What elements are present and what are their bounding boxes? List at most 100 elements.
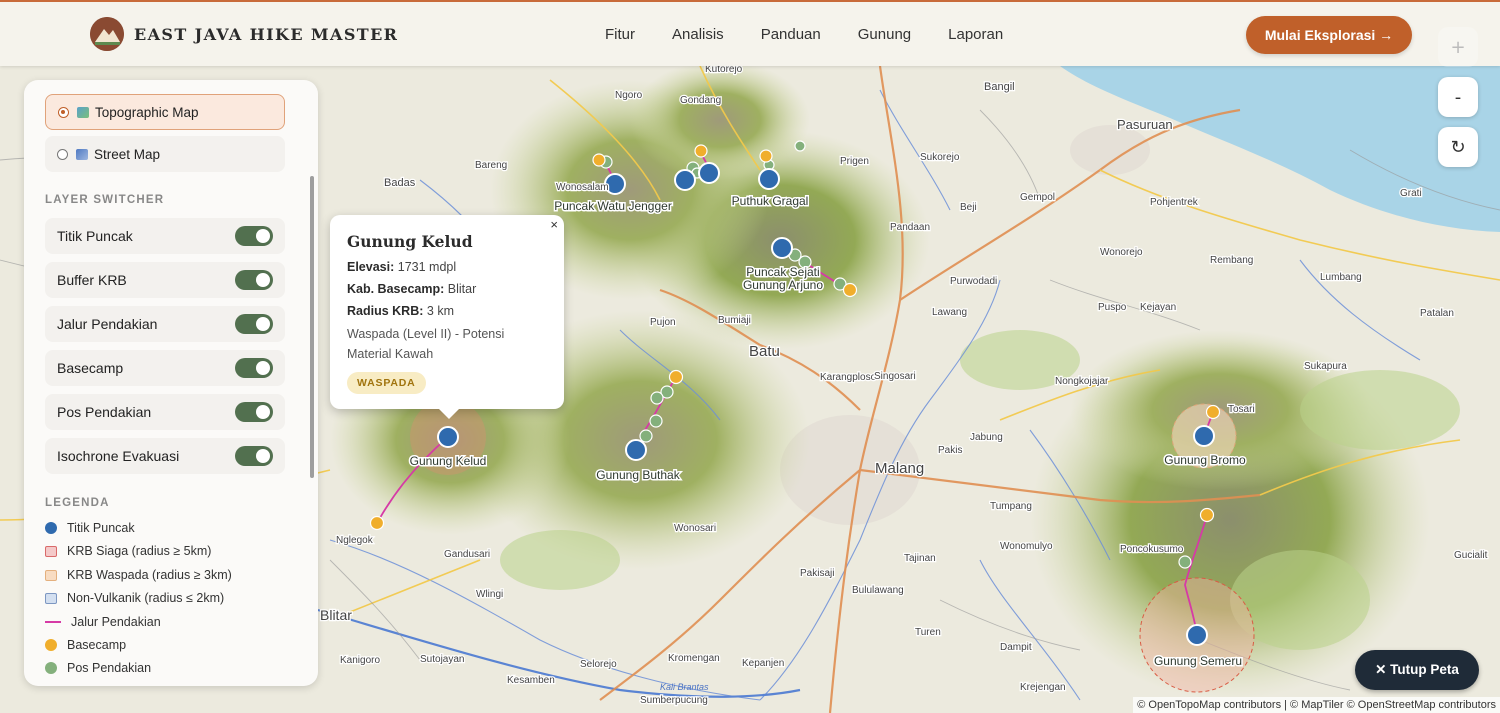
place-label: Pasuruan [1117, 117, 1173, 132]
zoom-out-button[interactable]: - [1438, 77, 1478, 117]
peak-marker-gragal[interactable] [758, 168, 780, 190]
peak-marker-2[interactable] [674, 169, 696, 191]
peak-marker-kelud[interactable] [437, 426, 459, 448]
layer-toggle[interactable] [235, 314, 273, 334]
place-label: Turen [915, 627, 941, 638]
legend-label: KRB Waspada (radius ≥ 3km) [67, 568, 232, 582]
legend-title: LEGENDA [45, 497, 110, 509]
layer-toggle[interactable] [235, 402, 273, 422]
layer-toggle[interactable] [235, 226, 273, 246]
layer-buffer-krb[interactable]: Buffer KRB [45, 262, 285, 298]
place-label: Pohjentrek [1150, 197, 1199, 208]
map-sidebar: Topographic Map Street Map LAYER SWITCHE… [24, 80, 318, 686]
nav-panduan[interactable]: Panduan [761, 26, 821, 43]
blue-dot-icon [45, 522, 57, 534]
green-dot-icon [45, 662, 57, 674]
place-label: Tosari [1228, 404, 1255, 415]
layer-label: Basecamp [57, 360, 124, 376]
reset-view-button[interactable]: ↻ [1438, 127, 1478, 167]
layer-pos-pendakian[interactable]: Pos Pendakian [45, 394, 285, 430]
layer-jalur-pendakian[interactable]: Jalur Pendakian [45, 306, 285, 342]
legend-item: KRB Siaga (radius ≥ 5km) [45, 544, 211, 558]
popup-elevation: Elevasi: 1731 mdpl [347, 260, 456, 274]
place-label: Selorejo [580, 659, 617, 670]
layer-toggle[interactable] [235, 446, 273, 466]
peak-marker-buthak[interactable] [625, 439, 647, 461]
brand[interactable]: EAST JAVA HIKE MASTER [90, 17, 398, 51]
map-icon [77, 106, 89, 118]
place-label: Bareng [475, 160, 507, 171]
place-label: Bumiaji [718, 315, 751, 326]
layer-label: Jalur Pendakian [57, 316, 158, 332]
top-navbar: EAST JAVA HIKE MASTER Fitur Analisis Pan… [0, 0, 1500, 66]
legend-item: Titik Puncak [45, 521, 135, 535]
elevation-value: 1731 mdpl [397, 260, 457, 274]
red-square-icon [45, 545, 57, 557]
place-label: Blitar [320, 607, 352, 623]
layer-basecamp[interactable]: Basecamp [45, 350, 285, 386]
close-map-button[interactable]: ✕ Tutup Peta [1355, 650, 1479, 690]
place-label: Sukorejo [920, 152, 960, 163]
refresh-icon: ↻ [1450, 136, 1466, 158]
place-label: Singosari [874, 371, 916, 382]
place-label: Wonomulyo [1000, 541, 1053, 552]
basemap-label: Street Map [94, 146, 161, 162]
peak-marker-3[interactable] [698, 162, 720, 184]
river-label: Kali Brantas [660, 682, 709, 692]
nav-fitur[interactable]: Fitur [605, 26, 635, 43]
layer-toggle[interactable] [235, 270, 273, 290]
nav-laporan[interactable]: Laporan [948, 26, 1003, 43]
peak-marker-bromo[interactable] [1193, 425, 1215, 447]
place-label: Puspo [1098, 302, 1127, 313]
basemap-topographic[interactable]: Topographic Map [45, 94, 285, 130]
place-label: Pakis [938, 445, 962, 456]
place-label: Badas [384, 177, 416, 189]
legend-item: Basecamp [45, 638, 126, 652]
peak-label-semeru: Gunung Semeru [1154, 654, 1242, 668]
radius-label: Radius KRB: [347, 304, 424, 318]
layer-switcher-title: LAYER SWITCHER [45, 194, 165, 206]
place-label: Bululawang [852, 585, 904, 596]
place-label: Gucialit [1454, 550, 1488, 561]
map-attribution[interactable]: © OpenTopoMap contributors | © MapTiler … [1133, 697, 1500, 713]
peak-label-watu-jengger: Puncak Watu Jengger [554, 199, 672, 213]
place-label: Nongkojajar [1055, 376, 1109, 387]
legend-item: Non-Vulkanik (radius ≤ 2km) [45, 591, 224, 605]
place-label: Malang [875, 460, 924, 477]
popup-radius: Radius KRB: 3 km [347, 304, 454, 318]
popup-title: Gunung Kelud [347, 232, 473, 251]
start-exploration-button[interactable]: Mulai Eksplorasi → [1246, 16, 1412, 54]
layer-label: Isochrone Evakuasi [57, 448, 180, 464]
peak-popup: × Gunung Kelud Elevasi: 1731 mdpl Kab. B… [330, 215, 564, 419]
basecamp-value: Blitar [447, 282, 477, 296]
basemap-label: Topographic Map [95, 104, 199, 120]
nav-analisis[interactable]: Analisis [672, 26, 724, 43]
sidebar-scrollbar[interactable] [310, 176, 314, 478]
city-icon [76, 148, 88, 160]
radius-value: 3 km [426, 304, 454, 318]
popup-description: Waspada (Level II) - Potensi Material Ka… [347, 327, 505, 361]
place-label: Kepanjen [742, 658, 784, 669]
zoom-in-button[interactable]: + [1438, 27, 1478, 67]
close-icon[interactable]: × [550, 217, 558, 232]
place-label: Tumpang [990, 501, 1032, 512]
peak-marker-semeru[interactable] [1186, 624, 1208, 646]
place-label: Beji [960, 202, 977, 213]
peak-label-arjuno-1: Puncak Sejati [746, 265, 819, 279]
basemap-street[interactable]: Street Map [45, 136, 285, 172]
place-label: Pandaan [890, 222, 930, 233]
place-label: Grati [1400, 188, 1422, 199]
place-label: Kromengan [668, 653, 720, 664]
layer-titik-puncak[interactable]: Titik Puncak [45, 218, 285, 254]
layer-toggle[interactable] [235, 358, 273, 378]
place-label: Wonosari [674, 523, 716, 534]
peak-label-gragal: Puthuk Gragal [732, 194, 809, 208]
peak-marker-arjuno[interactable] [771, 237, 793, 259]
layer-isochrone-evakuasi[interactable]: Isochrone Evakuasi [45, 438, 285, 474]
place-label: Krejengan [1020, 682, 1066, 693]
place-label: Purwodadi [950, 276, 997, 287]
place-label: Kejayan [1140, 302, 1176, 313]
place-label: Gempol [1020, 192, 1055, 203]
nav-gunung[interactable]: Gunung [858, 26, 911, 43]
brand-title: EAST JAVA HIKE MASTER [134, 24, 399, 44]
